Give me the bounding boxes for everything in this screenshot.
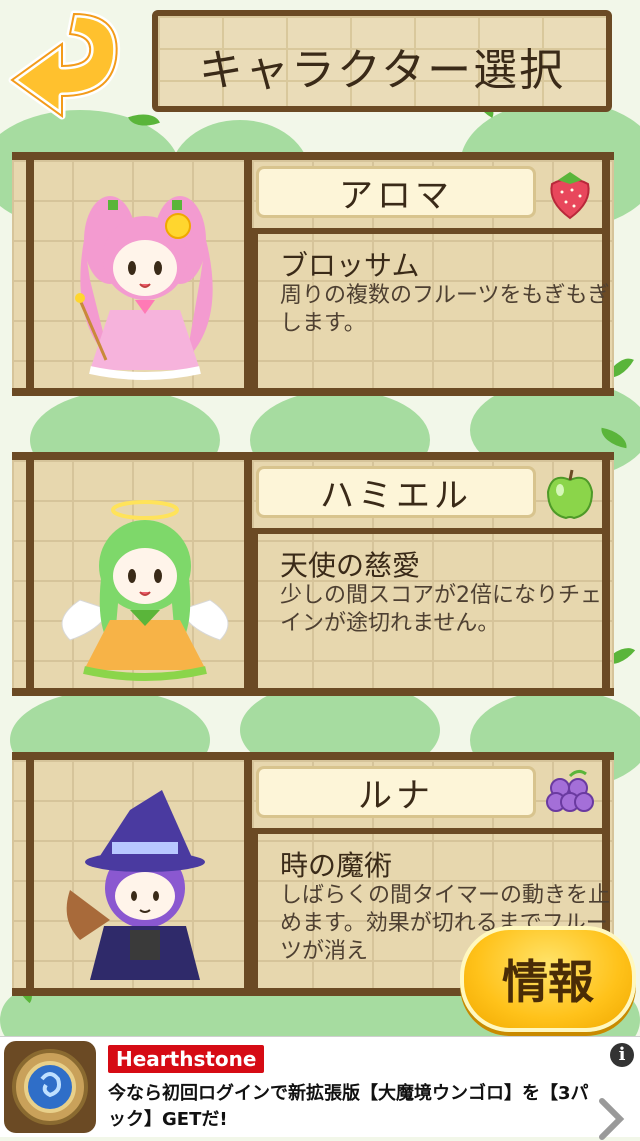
apple-icon	[546, 469, 594, 520]
character-portrait-luna	[66, 790, 205, 980]
back-arrow-icon	[8, 10, 121, 120]
character-card-hamiel[interactable]: ハミエル 天使の慈愛 少しの間スコアが2倍になりチェインが途切れません。	[12, 452, 614, 696]
skill-description: 周りの複数のフルーツをもぎもぎします。	[280, 283, 610, 336]
skill-name: 時の魔術	[280, 849, 393, 882]
page-title: キャラクター選択	[198, 45, 566, 96]
ad-info-icon[interactable]: i	[610, 1043, 634, 1067]
character-card-aroma[interactable]: アロマ ブロッサム 周りの複数のフルーツをもぎもぎします。	[12, 152, 614, 396]
strawberry-icon	[550, 172, 590, 220]
ad-brand-badge: Hearthstone	[108, 1045, 265, 1073]
character-name-plate: アロマ	[256, 166, 536, 218]
skill-name: 天使の慈愛	[280, 549, 421, 582]
grape-icon	[546, 769, 594, 812]
character-name-plate: ハミエル	[256, 466, 536, 518]
info-button[interactable]: 情報	[460, 926, 636, 1032]
character-portrait-hamiel	[61, 500, 229, 681]
skill-info: ブロッサム 周りの複数のフルーツをもぎもぎします。	[252, 228, 610, 396]
skill-info: 天使の慈愛 少しの間スコアが2倍になりチェインが途切れません。	[252, 528, 608, 696]
chevron-right-icon[interactable]	[596, 1097, 626, 1141]
back-button[interactable]	[4, 4, 134, 124]
skill-description: 少しの間スコアが2倍になりチェインが途切れません。	[280, 583, 602, 636]
ad-text: 今なら初回ログインで新拡張版【大魔境ウンゴロ】を【3パック】GETだ!	[108, 1083, 589, 1130]
character-name-plate: ルナ	[256, 766, 536, 818]
character-portrait-aroma	[75, 196, 213, 380]
ad-banner[interactable]: Hearthstone 今なら初回ログインで新拡張版【大魔境ウンゴロ】を【3パッ…	[0, 1036, 640, 1140]
title-board: キャラクター選択	[152, 10, 612, 112]
hearthstone-logo-icon	[4, 1041, 96, 1133]
skill-name: ブロッサム	[280, 249, 420, 282]
